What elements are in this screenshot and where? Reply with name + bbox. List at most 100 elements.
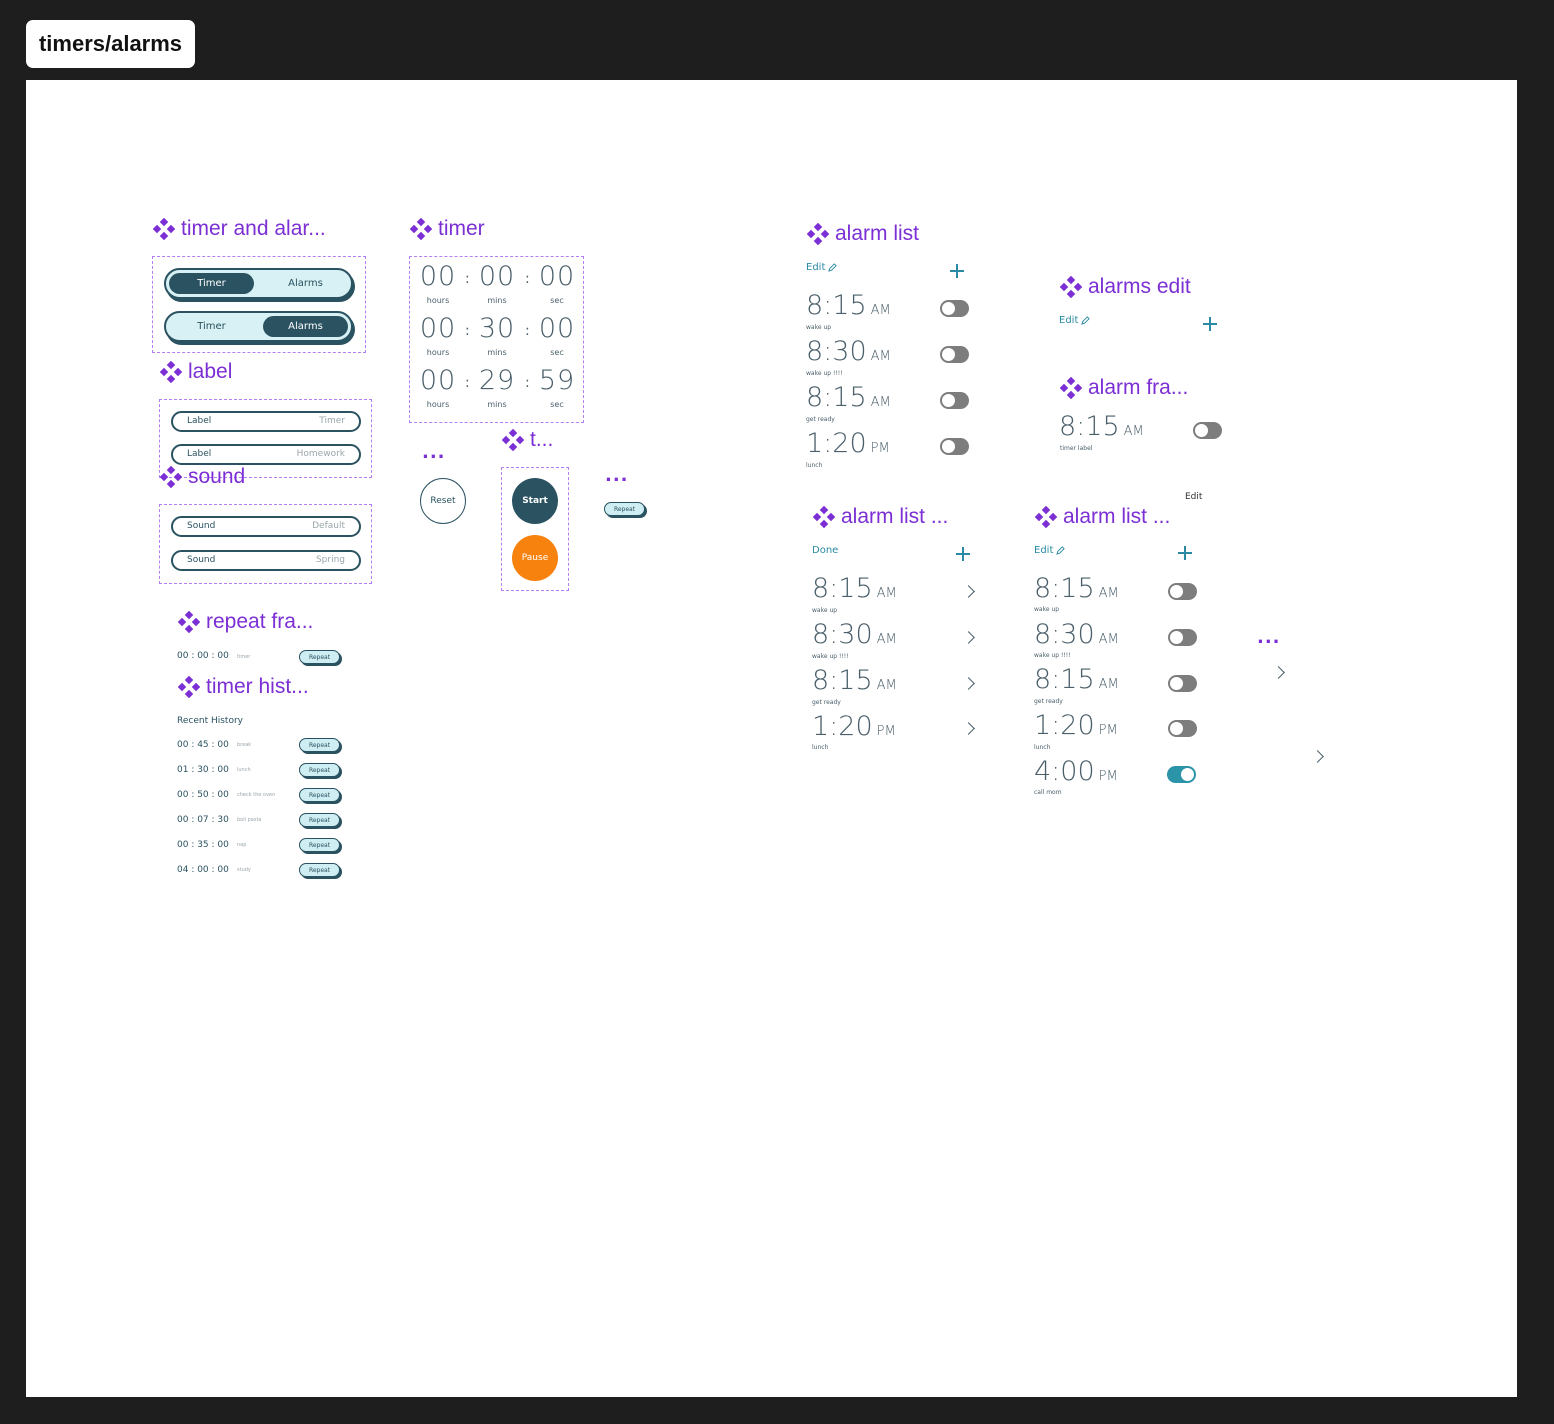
alarm-note: timer label — [1060, 445, 1093, 452]
component-icon — [1060, 377, 1082, 399]
alarm-time[interactable]: 1:20 PM — [806, 428, 890, 459]
alarm-time[interactable]: 8:30 AM — [1034, 619, 1119, 650]
component-title-timer[interactable]: timer — [410, 217, 485, 241]
component-title-alarm-list-new[interactable]: alarm list ... — [1035, 505, 1170, 529]
alarm-time[interactable]: 1:20 PM — [812, 711, 896, 742]
timer-mins-label: mins — [487, 296, 507, 305]
component-title-toggle[interactable]: timer and alar... — [153, 217, 326, 241]
alarm-toggle[interactable] — [1168, 720, 1197, 737]
plus-icon[interactable] — [956, 547, 970, 561]
repeat-button[interactable]: Repeat — [604, 502, 645, 516]
component-title-label[interactable]: label — [160, 360, 232, 384]
component-title-repeat[interactable]: ... — [605, 465, 629, 486]
timer-sec-label: sec — [550, 296, 564, 305]
component-title-timer-history[interactable]: timer hist... — [178, 675, 309, 699]
plus-icon[interactable] — [1203, 317, 1217, 331]
alarm-toggle-on[interactable] — [1167, 766, 1196, 783]
repeat-button[interactable]: Repeat — [299, 738, 340, 752]
history-note: study — [237, 867, 251, 873]
alarm-note: wake up !!!! — [806, 370, 843, 377]
edit-link[interactable]: Edit — [1059, 315, 1091, 326]
alarm-time[interactable]: 8:15 AM — [1059, 411, 1144, 442]
component-title-alarm-list[interactable]: alarm list — [807, 222, 919, 246]
timer-hours[interactable]: 00 — [413, 261, 463, 292]
plus-icon[interactable] — [1178, 546, 1192, 560]
alarm-time[interactable]: 8:15 AM — [806, 382, 891, 413]
repeat-button[interactable]: Repeat — [299, 788, 340, 802]
alarm-time[interactable]: 8:30 AM — [812, 619, 897, 650]
repeat-button[interactable]: Repeat — [299, 813, 340, 827]
alarm-toggle[interactable] — [1168, 675, 1197, 692]
component-title-reset[interactable]: ... — [422, 442, 446, 463]
timer-alarms-toggle[interactable]: Timer Alarms — [164, 268, 353, 299]
repeat-button[interactable]: Repeat — [299, 838, 340, 852]
alarm-time[interactable]: 8:15 AM — [1034, 573, 1119, 604]
alarm-time[interactable]: 8:15 AM — [806, 290, 891, 321]
plus-icon[interactable] — [950, 264, 964, 278]
label-field[interactable]: Label Homework — [171, 444, 361, 465]
timer-minutes[interactable]: 00 — [472, 261, 522, 292]
component-icon — [178, 611, 200, 633]
component-title-repeat-frame[interactable]: repeat fra... — [178, 610, 313, 634]
alarm-toggle[interactable] — [940, 346, 969, 363]
toggle-option-timer[interactable]: Timer — [169, 273, 254, 294]
timer-alarms-toggle[interactable]: Timer Alarms — [164, 311, 353, 342]
repeat-button[interactable]: Repeat — [299, 863, 340, 877]
history-note: check the oven — [237, 792, 276, 798]
floating-edit-label[interactable]: Edit — [1185, 492, 1202, 502]
history-note: boil pasta — [237, 817, 262, 823]
component-icon — [178, 676, 200, 698]
repeat-button[interactable]: Repeat — [299, 763, 340, 777]
timer-seconds[interactable]: 59 — [532, 365, 582, 396]
repeat-button[interactable]: Repeat — [299, 650, 340, 664]
done-link[interactable]: Done — [812, 545, 838, 556]
component-title-alarm-list-editing[interactable]: alarm list ... — [813, 505, 948, 529]
repeat-frame-note: timer — [237, 654, 251, 660]
component-title-timer-controls[interactable]: t... — [502, 428, 553, 452]
alarm-time[interactable]: 8:30 AM — [806, 336, 891, 367]
timer-minutes[interactable]: 29 — [472, 365, 522, 396]
history-time: 00 : 35 : 00 — [177, 840, 229, 850]
alarm-toggle[interactable] — [1168, 583, 1197, 600]
alarm-toggle[interactable] — [940, 300, 969, 317]
alarm-time[interactable]: 8:15 AM — [812, 573, 897, 604]
toggle-option-alarms[interactable]: Alarms — [263, 316, 348, 337]
alarm-time[interactable]: 8:15 AM — [812, 665, 897, 696]
timer-seconds[interactable]: 00 — [532, 313, 582, 344]
component-title-alarm-frame[interactable]: alarm fra... — [1060, 376, 1188, 400]
sound-field[interactable]: Sound Spring — [171, 550, 361, 571]
alarm-note: get ready — [806, 416, 835, 423]
history-note: nap — [237, 842, 247, 848]
label-field[interactable]: Label Timer — [171, 411, 361, 432]
toggle-option-alarms[interactable]: Alarms — [263, 273, 348, 294]
pause-button[interactable]: Pause — [512, 535, 558, 581]
start-button[interactable]: Start — [512, 478, 558, 524]
alarm-toggle[interactable] — [940, 392, 969, 409]
reset-button[interactable]: Reset — [420, 478, 466, 524]
sound-field-name: Sound — [187, 521, 216, 531]
timer-hours[interactable]: 00 — [413, 365, 463, 396]
alarm-time[interactable]: 4:00 PM — [1034, 756, 1118, 787]
component-title-chevron[interactable]: ... — [1257, 627, 1281, 648]
sound-field[interactable]: Sound Default — [171, 516, 361, 537]
edit-link[interactable]: Edit — [806, 262, 838, 273]
timer-seconds[interactable]: 00 — [532, 261, 582, 292]
timer-hours-label: hours — [426, 348, 450, 357]
edit-link[interactable]: Edit — [1034, 545, 1066, 556]
alarm-note: wake up !!!! — [812, 653, 849, 660]
alarm-toggle[interactable] — [940, 438, 969, 455]
component-title-sound[interactable]: sound — [160, 465, 245, 489]
label-field-name: Label — [187, 449, 212, 459]
component-title-alarms-edit[interactable]: alarms edit — [1060, 275, 1191, 299]
timer-hours[interactable]: 00 — [413, 313, 463, 344]
timer-minutes[interactable]: 30 — [472, 313, 522, 344]
component-icon — [813, 506, 835, 528]
timer-colon: : — [525, 323, 530, 339]
toggle-option-timer[interactable]: Timer — [169, 316, 254, 337]
alarm-toggle[interactable] — [1168, 629, 1197, 646]
alarm-toggle[interactable] — [1193, 422, 1222, 439]
alarm-time[interactable]: 8:15 AM — [1034, 664, 1119, 695]
frame-tab[interactable]: timers/alarms — [26, 20, 195, 68]
alarm-note: get ready — [1034, 698, 1063, 705]
alarm-time[interactable]: 1:20 PM — [1034, 710, 1118, 741]
